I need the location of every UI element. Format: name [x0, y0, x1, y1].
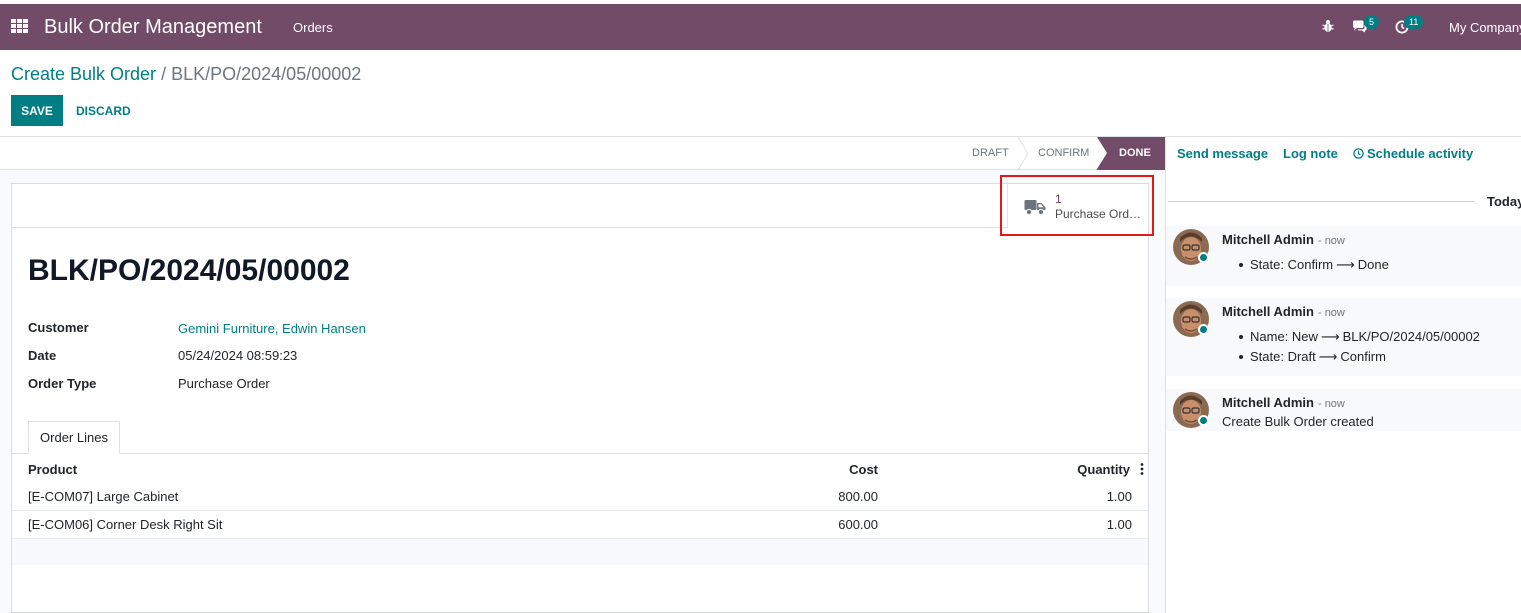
send-message-button[interactable]: Send message [1177, 146, 1268, 161]
table-row[interactable]: [E-COM07] Large Cabinet 800.00 1.00 [12, 483, 1148, 511]
column-header-product[interactable]: Product [28, 462, 77, 477]
app-name[interactable]: Bulk Order Management [44, 16, 262, 39]
online-status-dot [1198, 252, 1209, 263]
online-status-dot [1198, 415, 1209, 426]
save-button[interactable]: SAVE [11, 95, 63, 126]
arrow-right-icon: ⟶ [1318, 349, 1338, 364]
top-navbar: Bulk Order Management Orders 5 11 My Com… [0, 4, 1521, 50]
message-time: - now [1317, 235, 1345, 247]
field-label-order-type: Order Type [28, 376, 97, 391]
breadcrumb: Create Bulk Order / BLK/PO/2024/05/00002 [11, 64, 361, 85]
online-status-dot [1198, 324, 1209, 335]
breadcrumb-separator: / [161, 64, 167, 84]
message-author[interactable]: Mitchell Admin - now [1222, 304, 1345, 319]
chatter-message: Mitchell Admin - now Name: New ⟶ BLK/PO/202… [1166, 298, 1521, 376]
optional-columns-kebab-icon[interactable] [1140, 463, 1144, 475]
chatter-message: Mitchell Admin - now State: Confirm ⟶ Done [1166, 226, 1521, 286]
apps-menu-icon[interactable] [11, 19, 28, 33]
cell-quantity: 1.00 [1106, 489, 1132, 504]
clock-icon [1353, 148, 1364, 159]
breadcrumb-current: BLK/PO/2024/05/00002 [171, 64, 362, 84]
message-author[interactable]: Mitchell Admin - now [1222, 232, 1345, 247]
log-note-button[interactable]: Log note [1283, 146, 1338, 161]
chatter-message: Mitchell Admin - now Create Bulk Order cr… [1166, 389, 1521, 431]
column-header-quantity[interactable]: Quantity [1077, 462, 1130, 477]
schedule-activity-button[interactable]: Schedule activity [1353, 146, 1473, 161]
date-value: 05/24/2024 08:59:23 [178, 348, 298, 363]
message-time: - now [1317, 307, 1345, 319]
order-type-value: Purchase Order [178, 376, 270, 391]
tracking-value: State: Confirm ⟶ Done [1239, 257, 1389, 272]
tab-order-lines[interactable]: Order Lines [28, 421, 120, 454]
tracking-value: Name: New ⟶ BLK/PO/2024/05/00002 [1239, 329, 1480, 344]
status-bar: DRAFT CONFIRM DONE [0, 137, 1165, 170]
stage-done-active[interactable]: DONE [1097, 137, 1165, 170]
arrow-right-icon: ⟶ [1320, 329, 1340, 344]
schedule-activity-label: Schedule activity [1367, 146, 1474, 161]
annotation-highlight-box [1000, 175, 1154, 236]
cell-cost: 800.00 [838, 489, 878, 504]
stage-draft[interactable]: DRAFT [972, 137, 1009, 170]
order-lines-header: Product Cost Quantity [12, 454, 1148, 484]
smart-button-box: 1 Purchase Orders [12, 184, 1149, 228]
company-switcher[interactable]: My Company [1449, 20, 1521, 35]
breadcrumb-parent-link[interactable]: Create Bulk Order [11, 64, 156, 84]
table-empty-row [12, 539, 1148, 565]
cell-cost: 600.00 [838, 517, 878, 532]
column-header-cost[interactable]: Cost [849, 462, 878, 477]
menu-orders[interactable]: Orders [293, 20, 333, 35]
customer-link[interactable]: Gemini Furniture, Edwin Hansen [178, 321, 366, 336]
field-label-customer: Customer [28, 320, 89, 335]
date-separator-line [1168, 201, 1475, 202]
message-time: - now [1317, 398, 1345, 410]
stage-confirm[interactable]: CONFIRM [1038, 137, 1089, 170]
debug-bug-icon[interactable] [1322, 19, 1334, 33]
activities-count-badge: 11 [1404, 15, 1424, 29]
date-separator-label: Today [1487, 194, 1521, 209]
discard-button[interactable]: DISCARD [68, 95, 139, 126]
record-title: BLK/PO/2024/05/00002 [28, 254, 350, 287]
stage-chevron-icon [1017, 137, 1029, 170]
cell-quantity: 1.00 [1106, 517, 1132, 532]
table-row[interactable]: [E-COM06] Corner Desk Right Sit 600.00 1… [12, 511, 1148, 539]
cell-product: [E-COM07] Large Cabinet [28, 489, 179, 504]
tracking-value: State: Draft ⟶ Confirm [1239, 349, 1386, 364]
message-body: Create Bulk Order created [1222, 414, 1374, 429]
arrow-right-icon: ⟶ [1336, 257, 1355, 272]
field-label-date: Date [28, 348, 57, 363]
message-author[interactable]: Mitchell Admin - now [1222, 395, 1345, 410]
cell-product: [E-COM06] Corner Desk Right Sit [28, 517, 223, 532]
messages-count-badge: 5 [1364, 15, 1380, 29]
